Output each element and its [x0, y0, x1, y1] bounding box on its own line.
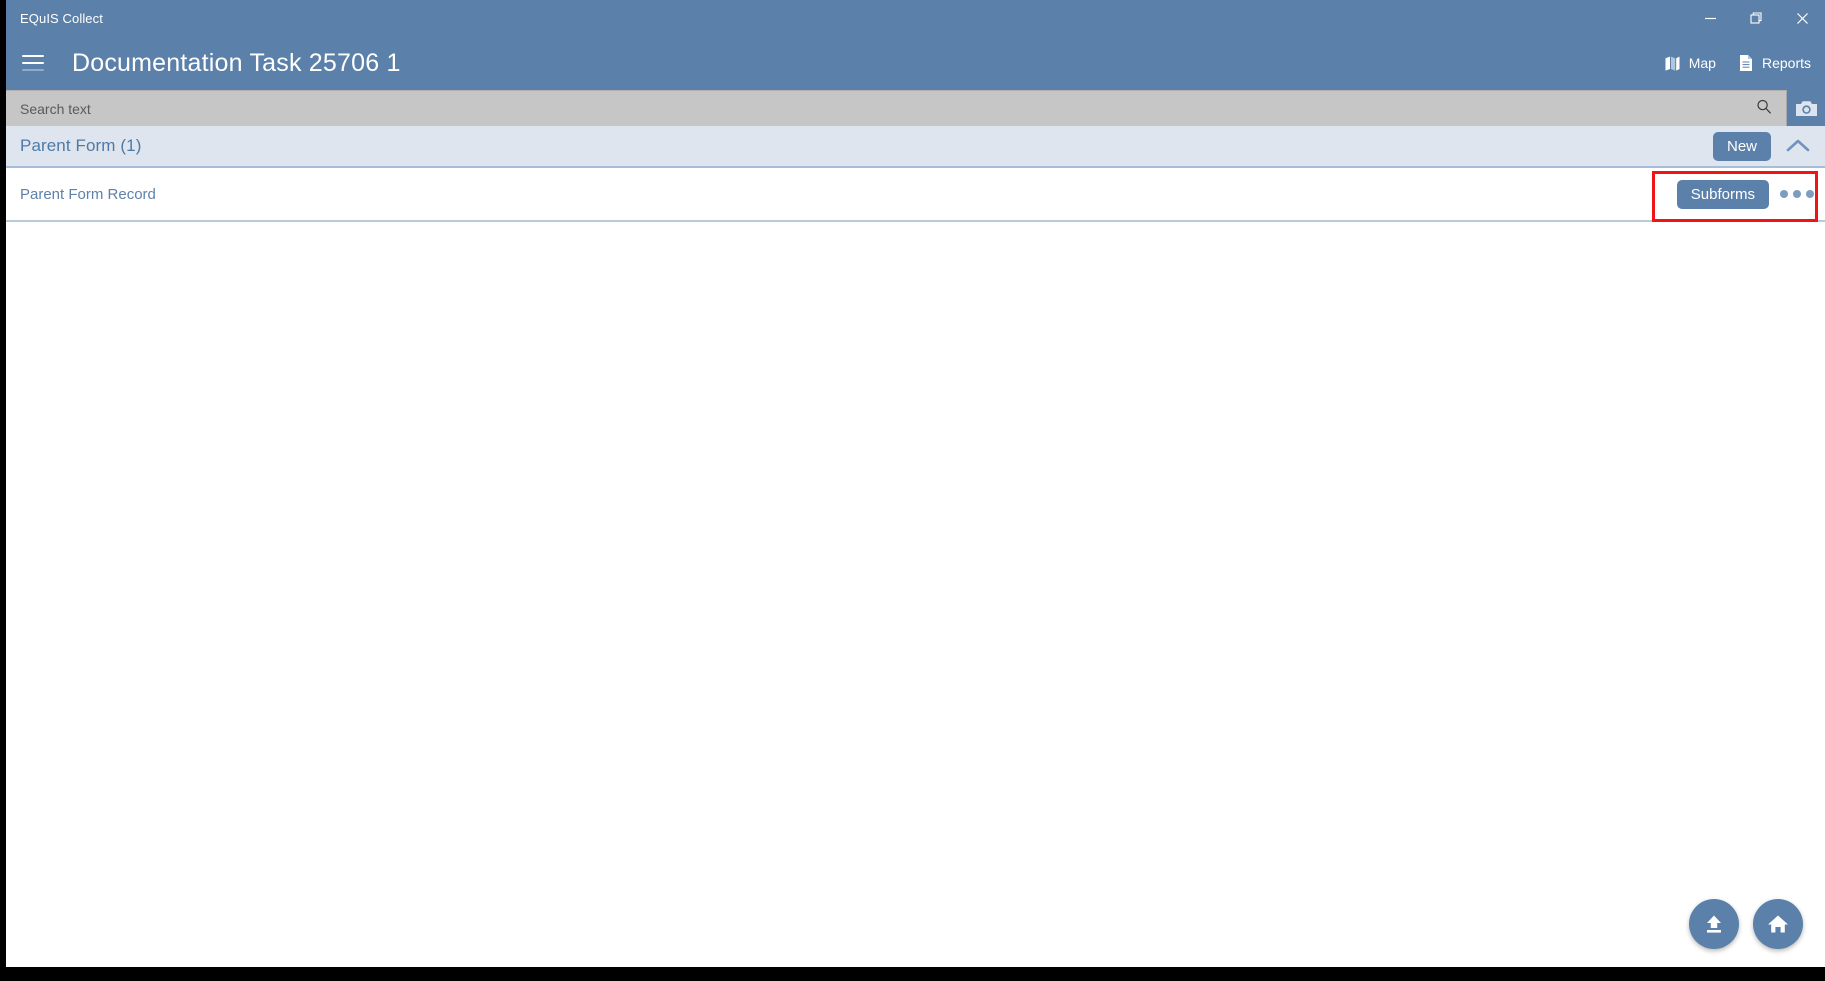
minimize-button[interactable] — [1687, 0, 1733, 36]
camera-button[interactable] — [1787, 90, 1825, 126]
camera-icon — [1795, 99, 1818, 118]
page-title: Documentation Task 25706 1 — [72, 48, 401, 77]
close-icon — [1796, 12, 1809, 25]
home-button[interactable] — [1753, 899, 1803, 949]
kebab-dot-1 — [1780, 190, 1788, 198]
upload-icon — [1701, 911, 1727, 937]
search-placeholder: Search text — [20, 100, 91, 117]
hamburger-bar-3 — [22, 69, 44, 71]
kebab-dot-2 — [1793, 190, 1801, 198]
window-controls — [1687, 0, 1825, 36]
new-button[interactable]: New — [1712, 131, 1771, 161]
map-label: Map — [1688, 55, 1716, 71]
restore-icon — [1749, 11, 1763, 25]
section-header-actions: New — [1712, 126, 1815, 166]
parent-form-section-header: Parent Form (1) New — [6, 126, 1825, 168]
reports-button[interactable]: Reports — [1738, 54, 1811, 72]
home-icon — [1765, 911, 1791, 937]
application-window: EQuIS Collect Documentation Task 25706 1… — [6, 0, 1825, 967]
reports-label: Reports — [1761, 55, 1811, 71]
table-row[interactable]: Parent Form Record Subforms — [6, 168, 1825, 222]
map-button[interactable]: Map — [1664, 55, 1716, 72]
restore-button[interactable] — [1733, 0, 1779, 36]
chevron-up-icon[interactable] — [1781, 129, 1815, 163]
window-titlebar: EQuIS Collect — [6, 0, 1825, 36]
kebab-menu-icon[interactable] — [1775, 176, 1819, 212]
record-row-actions: Subforms — [1676, 168, 1819, 220]
document-icon — [1738, 54, 1754, 72]
hamburger-bar-1 — [22, 55, 44, 57]
record-label: Parent Form Record — [20, 185, 156, 203]
search-input[interactable]: Search text — [6, 90, 1787, 126]
minimize-icon — [1704, 12, 1717, 25]
app-header-actions: Map Reports — [1664, 36, 1811, 90]
application-name: EQuIS Collect — [20, 10, 103, 26]
upload-button[interactable] — [1689, 899, 1739, 949]
map-icon — [1664, 55, 1681, 72]
hamburger-menu-icon[interactable] — [12, 42, 54, 84]
app-header: Documentation Task 25706 1 Map Reports — [6, 36, 1825, 90]
floating-action-buttons — [1689, 899, 1803, 949]
section-title: Parent Form (1) — [20, 136, 142, 155]
content-area — [6, 222, 1825, 967]
close-button[interactable] — [1779, 0, 1825, 36]
hamburger-bar-2 — [22, 62, 44, 64]
search-bar: Search text — [6, 90, 1825, 126]
search-icon[interactable] — [1756, 98, 1772, 119]
kebab-dot-3 — [1806, 190, 1814, 198]
subforms-button[interactable]: Subforms — [1676, 179, 1769, 209]
